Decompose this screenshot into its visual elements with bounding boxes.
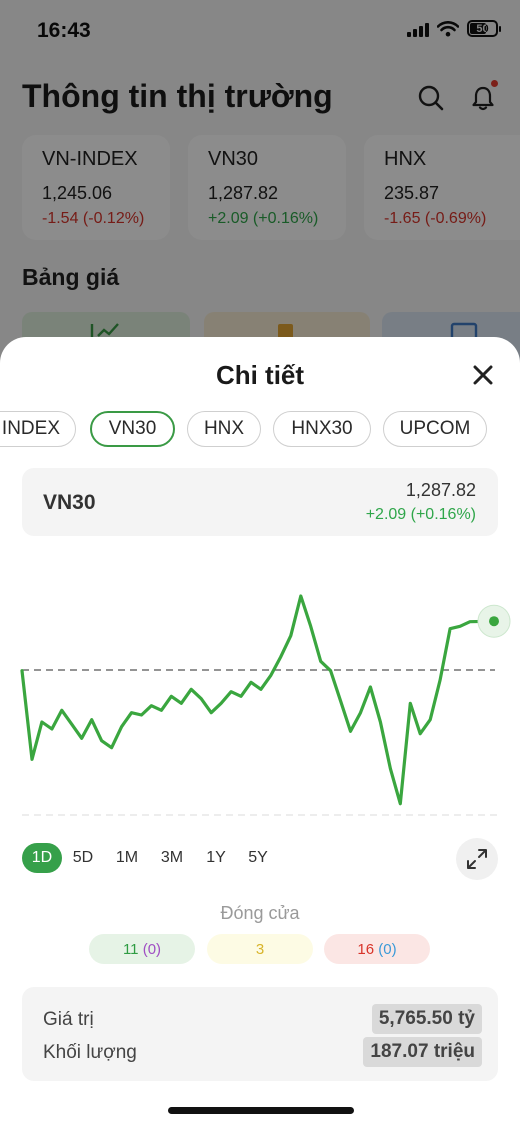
range-1m[interactable]: 1M <box>110 843 144 873</box>
sheet-title: Chi tiết <box>215 360 305 390</box>
index-tabs: INDEX VN30 HNX HNX30 UPCOM <box>0 411 520 449</box>
market-breadth: 11 (0) 3 16 (0) <box>0 934 520 964</box>
floor-count: (0) <box>378 940 397 958</box>
intraday-chart[interactable] <box>0 547 520 827</box>
unchanged-count: 3 <box>255 940 265 958</box>
range-5d[interactable]: 5D <box>66 843 100 873</box>
trading-stats: Giá trị 5,765.50 tỷ Khối lượng 187.07 tr… <box>22 987 498 1081</box>
selected-index-card: VN30 1,287.82 +2.09 (+0.16%) <box>22 468 498 536</box>
range-5y[interactable]: 5Y <box>242 843 274 873</box>
stat-label-value: Giá trị <box>43 1009 94 1030</box>
decliners-pill: 16 (0) <box>324 934 430 964</box>
close-icon[interactable] <box>470 362 496 388</box>
advancers-pill: 11 (0) <box>89 934 195 964</box>
ceiling-count: (0) <box>142 940 162 958</box>
selected-index-name: VN30 <box>43 491 96 514</box>
range-1y[interactable]: 1Y <box>200 843 232 873</box>
range-3m[interactable]: 3M <box>154 843 190 873</box>
unchanged-pill: 3 <box>207 934 313 964</box>
tab-upcom[interactable]: UPCOM <box>383 411 487 447</box>
expand-icon <box>467 849 487 869</box>
detail-bottom-sheet: Chi tiết INDEX VN30 HNX HNX30 UPCOM VN30… <box>0 337 520 1125</box>
stat-value-volume: 187.07 triệu <box>363 1037 482 1067</box>
tab-vn30[interactable]: VN30 <box>90 411 175 447</box>
home-indicator <box>168 1107 354 1114</box>
last-price-marker <box>489 616 499 627</box>
stat-value-value: 5,765.50 tỷ <box>371 1004 482 1034</box>
range-1d[interactable]: 1D <box>22 843 62 873</box>
selected-index-change: +2.09 (+0.16%) <box>365 506 476 523</box>
advancers-count: 11 <box>122 940 139 958</box>
stat-label-volume: Khối lượng <box>43 1042 137 1063</box>
tab-index[interactable]: INDEX <box>0 411 76 447</box>
expand-chart-button[interactable] <box>456 838 498 880</box>
selected-index-value: 1,287.82 <box>405 480 476 500</box>
price-line <box>20 594 496 806</box>
decliners-count: 16 <box>357 940 375 958</box>
tab-hnx[interactable]: HNX <box>187 411 261 447</box>
market-status-label: Đóng cửa <box>220 903 300 923</box>
tab-hnx30[interactable]: HNX30 <box>273 411 371 447</box>
